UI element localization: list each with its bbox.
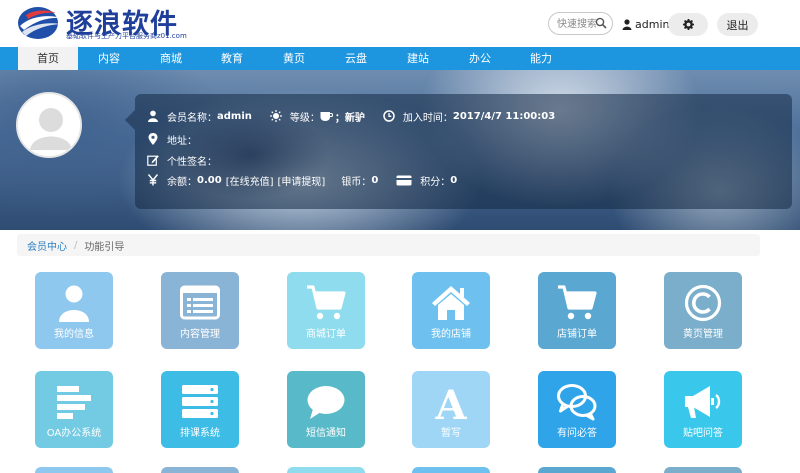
credit-card-icon (396, 175, 412, 185)
points-value: 0 (450, 174, 458, 186)
profile-row-basic: 会员名称： admin 等级： ；新驴 加入时间： 2017/4/7 11:00… (147, 108, 573, 124)
tile-label: 店铺订单 (557, 329, 597, 340)
tile-label: 内容管理 (180, 329, 220, 340)
svg-text:A: A (434, 383, 467, 421)
points-label: 积分： (420, 176, 451, 188)
breadcrumb: 会员中心 / 功能引导 (17, 234, 760, 256)
recharge-link[interactable]: [在线充值] (226, 173, 274, 188)
level-value: ；新驴 (334, 112, 365, 124)
tile-label: 贴吧问答 (683, 428, 723, 439)
nav-item-content[interactable]: 内容 (79, 47, 139, 70)
cart-icon (558, 285, 597, 320)
tile-oa-office[interactable]: OA办公系统 (35, 371, 113, 448)
gear-icon (682, 19, 694, 30)
tile-my-store[interactable]: 我的店铺 (412, 272, 490, 349)
nav-item-site[interactable]: 建站 (388, 47, 448, 70)
breadcrumb-separator: / (74, 239, 78, 251)
edit-icon (147, 155, 159, 166)
clock-icon (383, 110, 395, 122)
sun-icon (269, 110, 282, 122)
tile-partial[interactable] (161, 467, 239, 473)
tile-draft[interactable]: A 暂写 (412, 371, 490, 448)
tile-qa[interactable]: 有问必答 (538, 371, 616, 448)
tile-label: 商城订单 (306, 329, 346, 340)
address-label: 地址： (167, 135, 197, 147)
user-icon (148, 110, 158, 122)
current-user[interactable]: admin (622, 15, 669, 33)
balance-value: 0.00 (197, 174, 222, 186)
yen-icon (147, 174, 159, 186)
speech-bubble-icon (307, 386, 345, 419)
join-time-label: 加入时间： (402, 112, 453, 124)
breadcrumb-current: 功能引导 (84, 241, 125, 253)
cart-icon (307, 285, 346, 320)
tile-yellowpages-management[interactable]: 黄页管理 (664, 272, 742, 349)
home-icon (432, 286, 470, 320)
profile-row-signature: 个性签名： (147, 152, 217, 168)
logo-icon (18, 7, 62, 39)
list-window-icon (180, 285, 220, 320)
user-icon (622, 18, 632, 30)
tile-label: 我的信息 (54, 329, 94, 340)
copyright-icon (684, 284, 722, 322)
nav-item-ability[interactable]: 能力 (511, 47, 571, 70)
search-box (548, 12, 613, 35)
coffee-cup-icon (320, 111, 333, 121)
tile-shop-orders[interactable]: 商城订单 (287, 272, 365, 349)
breadcrumb-home-link[interactable]: 会员中心 (27, 238, 67, 253)
search-icon[interactable] (595, 16, 607, 30)
silver-value: 0 (371, 174, 379, 186)
logo-subtitle: 基础软件与生产力平台服务商z01.com (66, 32, 187, 40)
join-time-value: 2017/4/7 11:00:03 (452, 110, 556, 122)
level-label: 等级： (289, 112, 320, 124)
chat-bubbles-icon (557, 384, 597, 421)
nav-item-yellowpages[interactable]: 黄页 (264, 47, 324, 70)
member-name-value: admin (217, 110, 252, 122)
tile-label: 黄页管理 (683, 329, 723, 340)
silver-label: 银币： (341, 176, 372, 188)
server-icon (182, 385, 218, 418)
signature-label: 个性签名： (167, 156, 217, 168)
tile-sms-notice[interactable]: 短信通知 (287, 371, 365, 448)
tile-label: 暂写 (441, 428, 461, 439)
main-nav: 首页 内容 商城 教育 黄页 云盘 建站 办公 能力 (0, 47, 800, 70)
user-icon (59, 285, 89, 322)
logo[interactable]: 逐浪软件 基础软件与生产力平台服务商z01.com (16, 4, 196, 42)
tile-label: 排课系统 (180, 428, 220, 439)
map-marker-icon (148, 133, 158, 145)
tile-partial[interactable] (664, 467, 742, 473)
letter-a-icon: A (434, 383, 467, 421)
profile-info-panel: 会员名称： admin 等级： ；新驴 加入时间： 2017/4/7 11:00… (125, 94, 792, 209)
profile-row-address: 地址： (147, 131, 197, 147)
tile-label: 短信通知 (306, 428, 346, 439)
tile-scheduling-system[interactable]: 排课系统 (161, 371, 239, 448)
nav-item-cloud[interactable]: 云盘 (326, 47, 386, 70)
nav-item-education[interactable]: 教育 (202, 47, 262, 70)
tile-partial[interactable] (35, 467, 113, 473)
tile-partial[interactable] (412, 467, 490, 473)
tile-label: 有问必答 (557, 428, 597, 439)
nav-item-office[interactable]: 办公 (450, 47, 510, 70)
megaphone-icon (685, 386, 721, 418)
tile-label: OA办公系统 (46, 428, 102, 439)
bars-icon (57, 386, 91, 419)
tile-store-orders[interactable]: 店铺订单 (538, 272, 616, 349)
logout-button[interactable]: 退出 (717, 13, 758, 36)
tile-forum-qa[interactable]: 贴吧问答 (664, 371, 742, 448)
tile-label: 我的店铺 (431, 329, 471, 340)
tile-partial[interactable] (287, 467, 365, 473)
nav-item-home[interactable]: 首页 (18, 47, 78, 70)
balance-label: 余额： (167, 176, 197, 188)
tile-content-management[interactable]: 内容管理 (161, 272, 239, 349)
username-label: admin (635, 17, 670, 31)
tile-my-info[interactable]: 我的信息 (35, 272, 113, 349)
nav-item-shop[interactable]: 商城 (141, 47, 201, 70)
withdraw-link[interactable]: [申请提现] (278, 173, 326, 188)
avatar[interactable] (16, 92, 82, 158)
tile-partial[interactable] (538, 467, 616, 473)
top-header: 逐浪软件 基础软件与生产力平台服务商z01.com admin 退出 (0, 0, 800, 47)
member-name-label: 会员名称： (167, 112, 217, 124)
profile-row-finance: 余额： 0.00 [在线充值] [申请提现] 银币： 0 积分： 0 (147, 172, 475, 188)
settings-button[interactable] (668, 13, 708, 36)
